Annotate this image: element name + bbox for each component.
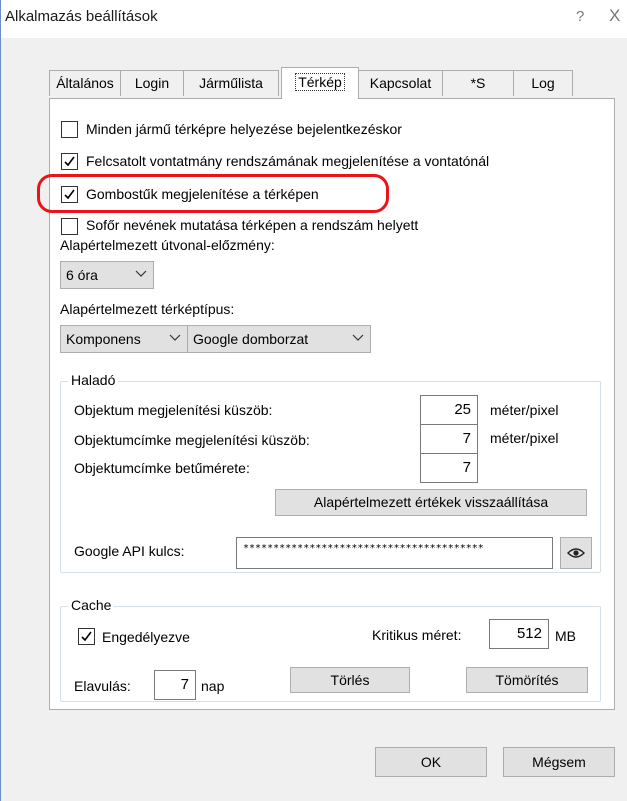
tab-login[interactable]: Login xyxy=(120,70,184,96)
settings-dialog: Alkalmazás beállítások ? X Általános Log… xyxy=(0,0,627,801)
window-title: Alkalmazás beállítások xyxy=(5,8,158,25)
tab-terkep[interactable]: Térkép xyxy=(281,67,359,99)
tab-s[interactable]: *S xyxy=(442,70,514,96)
cache-enabled-checkbox[interactable] xyxy=(78,628,95,645)
label-font-size-input[interactable]: 7 xyxy=(420,453,478,483)
cache-enabled-label: Engedélyezve xyxy=(102,629,190,645)
show-driver-name-checkbox[interactable] xyxy=(61,218,78,235)
tab-kapcsolat[interactable]: Kapcsolat xyxy=(358,70,443,96)
label-threshold-unit: méter/pixel xyxy=(490,430,559,446)
chevron-down-icon xyxy=(169,334,181,341)
map-type-label: Alapértelmezett térképtípus: xyxy=(60,301,235,317)
api-key-label: Google API kulcs: xyxy=(74,543,185,559)
highlight-annotation xyxy=(37,174,389,213)
help-button[interactable]: ? xyxy=(576,8,584,25)
critical-size-input[interactable]: 512 xyxy=(489,619,549,649)
advanced-group-title: Haladó xyxy=(68,372,119,388)
checkmark-icon xyxy=(64,156,75,167)
reset-defaults-button[interactable]: Alapértelmezett értékek visszaállítása xyxy=(275,489,587,516)
close-button[interactable]: X xyxy=(609,6,620,26)
cache-group-title: Cache xyxy=(68,597,115,613)
show-trailer-plate-label: Felcsatolt vontatmány rendszámának megje… xyxy=(86,153,490,169)
critical-size-label: Kritikus méret: xyxy=(372,627,462,643)
api-key-input[interactable]: **************************************** xyxy=(236,537,553,569)
tab-log[interactable]: Log xyxy=(513,70,573,96)
map-provider-select[interactable]: Komponens xyxy=(60,325,188,353)
place-all-vehicles-label: Minden jármű térképre helyezése bejelent… xyxy=(86,121,402,137)
object-threshold-unit: méter/pixel xyxy=(490,402,559,418)
cache-delete-button[interactable]: Törlés xyxy=(290,667,410,693)
chevron-down-icon xyxy=(135,270,147,277)
cancel-button[interactable]: Mégsem xyxy=(503,747,615,777)
tab-altalanos[interactable]: Általános xyxy=(49,70,121,96)
expiry-unit: nap xyxy=(201,678,225,694)
eye-icon xyxy=(567,548,585,558)
map-layer-select[interactable]: Google domborzat xyxy=(187,325,371,353)
ok-button[interactable]: OK xyxy=(375,747,487,777)
show-trailer-plate-checkbox[interactable] xyxy=(61,153,78,170)
tab-jarmulista[interactable]: Járműlista xyxy=(183,70,279,96)
show-api-key-button[interactable] xyxy=(560,537,592,569)
label-threshold-label: Objektumcímke megjelenítési küszöb: xyxy=(74,432,310,448)
critical-size-unit: MB xyxy=(555,628,576,644)
object-threshold-input[interactable]: 25 xyxy=(420,395,478,425)
show-driver-name-label: Sofőr nevének mutatása térképen a rendsz… xyxy=(86,217,419,233)
cache-compress-button[interactable]: Tömörítés xyxy=(466,667,588,693)
title-bar: Alkalmazás beállítások ? X xyxy=(1,0,627,38)
place-all-vehicles-checkbox[interactable] xyxy=(61,121,78,138)
route-history-label: Alapértelmezett útvonal-előzmény: xyxy=(60,237,275,253)
label-threshold-input[interactable]: 7 xyxy=(420,424,478,454)
checkmark-icon xyxy=(81,631,92,642)
expiry-input[interactable]: 7 xyxy=(154,670,196,700)
object-threshold-label: Objektum megjelenítési küszöb: xyxy=(74,402,273,418)
chevron-down-icon xyxy=(352,334,364,341)
expiry-label: Elavulás: xyxy=(74,678,131,694)
route-history-select[interactable]: 6 óra xyxy=(60,261,154,289)
label-font-size-label: Objektumcímke betűmérete: xyxy=(74,460,250,476)
